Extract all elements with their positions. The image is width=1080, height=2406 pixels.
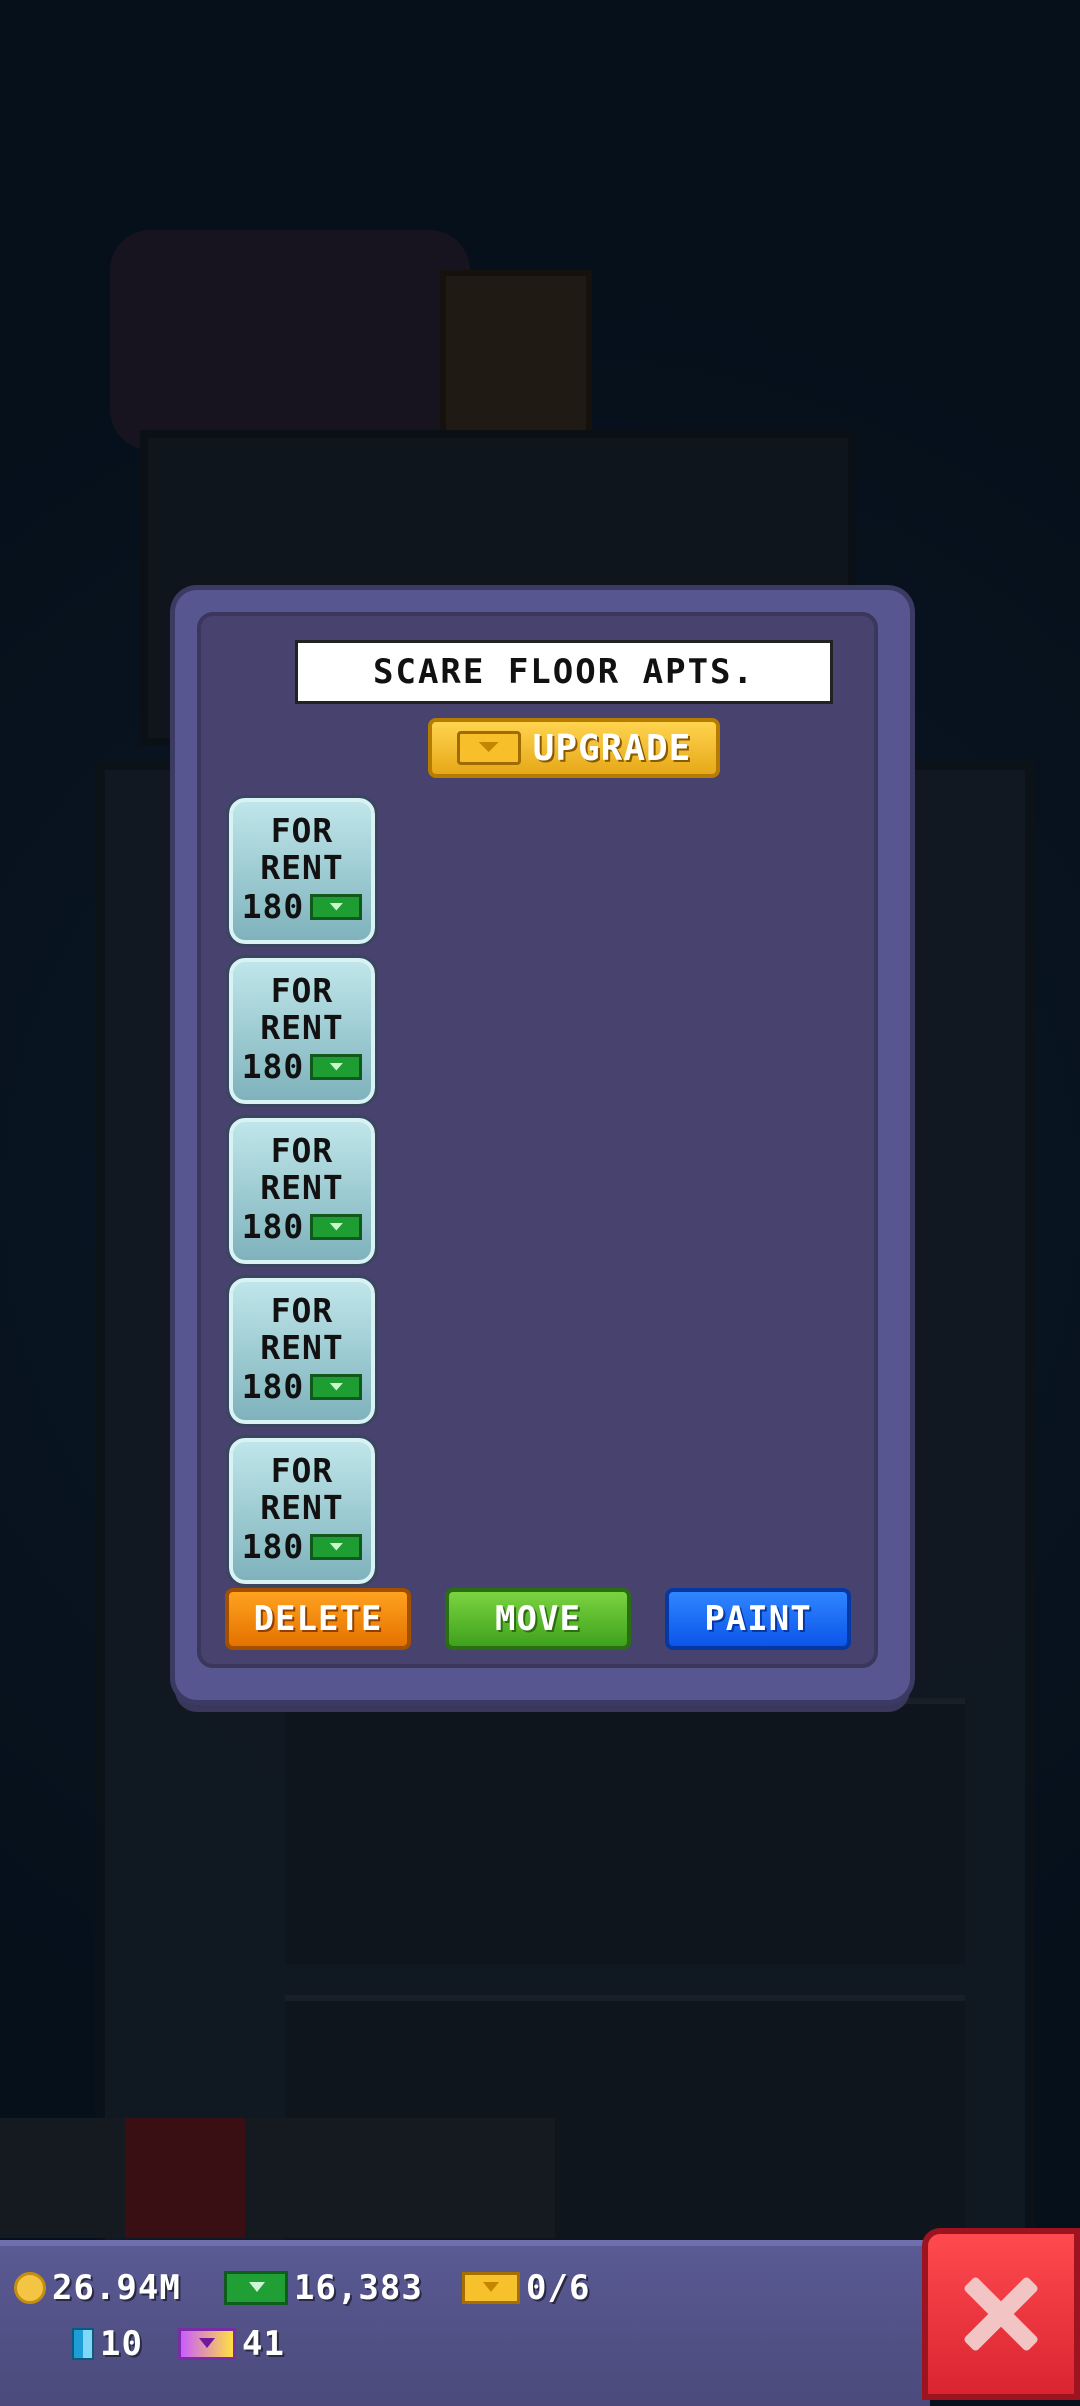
background-toolbar: [0, 2118, 555, 2238]
water-tank: [440, 270, 592, 452]
golden-ticket-icon: [462, 2272, 520, 2304]
floor-dialog: SCARE FLOOR APTS. UPGRADE FOR RENT 180 F…: [175, 590, 910, 1700]
close-button[interactable]: [922, 2228, 1080, 2400]
apartment-list: FOR RENT 180 FOR RENT 180 FOR RENT 180 F…: [226, 795, 379, 1598]
apartment-price: 180: [241, 1527, 305, 1566]
bux-value: 16,383: [294, 2268, 423, 2308]
apartment-status-line2: RENT: [260, 1488, 344, 1527]
golden-tickets-value: 0/6: [526, 2268, 591, 2308]
background-floor: [285, 1698, 965, 1964]
move-button[interactable]: MOVE: [445, 1588, 631, 1650]
canister-icon: [72, 2328, 94, 2360]
canisters-value: 10: [100, 2324, 143, 2364]
apartment-status-line1: FOR: [270, 1131, 334, 1170]
apartment-price-row: 180: [233, 1048, 371, 1085]
vip-stat: 41: [178, 2324, 285, 2364]
apartment-status-line2: RENT: [260, 1008, 344, 1047]
apartment-price-row: 180: [233, 888, 371, 925]
vip-ticket-icon: [178, 2328, 236, 2360]
apartment-status-line1: FOR: [270, 811, 334, 850]
close-icon: [962, 2275, 1040, 2353]
apartment-status-line2: RENT: [260, 1168, 344, 1207]
apartment-slot[interactable]: FOR RENT 180: [226, 1275, 378, 1427]
apartment-price-row: 180: [233, 1208, 371, 1245]
status-bar: 26.94M 16,383 0/6 10 41: [0, 2240, 930, 2406]
upgrade-label: UPGRADE: [532, 727, 692, 769]
paint-button[interactable]: PAINT: [665, 1588, 851, 1650]
apartment-price-row: 180: [233, 1368, 371, 1405]
golden-ticket-icon: [456, 731, 521, 765]
apartment-status-line1: FOR: [270, 971, 334, 1010]
bux-icon: [310, 1213, 363, 1240]
apartment-slot[interactable]: FOR RENT 180: [226, 1435, 378, 1587]
bux-icon: [310, 1053, 363, 1080]
apartment-price-row: 180: [233, 1528, 371, 1565]
coins-value: 26.94M: [52, 2268, 181, 2308]
apartment-status-line2: RENT: [260, 848, 344, 887]
apartment-price: 180: [241, 887, 305, 926]
coins-stat: 26.94M: [14, 2268, 181, 2308]
floor-dialog-body: SCARE FLOOR APTS. UPGRADE FOR RENT 180 F…: [197, 612, 878, 1668]
bux-icon: [224, 2271, 288, 2305]
background-elevator-tool: [125, 2118, 245, 2238]
upgrade-button[interactable]: UPGRADE: [428, 718, 720, 778]
bux-stat: 16,383: [224, 2268, 423, 2308]
canisters-stat: 10: [72, 2324, 143, 2364]
bux-icon: [310, 893, 363, 920]
golden-tickets-stat: 0/6: [462, 2268, 590, 2308]
coin-icon: [14, 2272, 46, 2304]
tiny-ice-sign: [110, 230, 470, 450]
apartment-price: 180: [241, 1367, 305, 1406]
apartment-status-line1: FOR: [270, 1291, 334, 1330]
bux-icon: [310, 1373, 363, 1400]
apartment-status-line1: FOR: [270, 1451, 334, 1490]
bux-icon: [310, 1533, 363, 1560]
floor-title: SCARE FLOOR APTS.: [295, 640, 833, 704]
vip-value: 41: [242, 2324, 285, 2364]
apartment-price: 180: [241, 1207, 305, 1246]
apartment-price: 180: [241, 1047, 305, 1086]
apartment-slot[interactable]: FOR RENT 180: [226, 795, 378, 947]
delete-button[interactable]: DELETE: [225, 1588, 411, 1650]
apartment-slot[interactable]: FOR RENT 180: [226, 955, 378, 1107]
apartment-status-line2: RENT: [260, 1328, 344, 1367]
apartment-slot[interactable]: FOR RENT 180: [226, 1115, 378, 1267]
